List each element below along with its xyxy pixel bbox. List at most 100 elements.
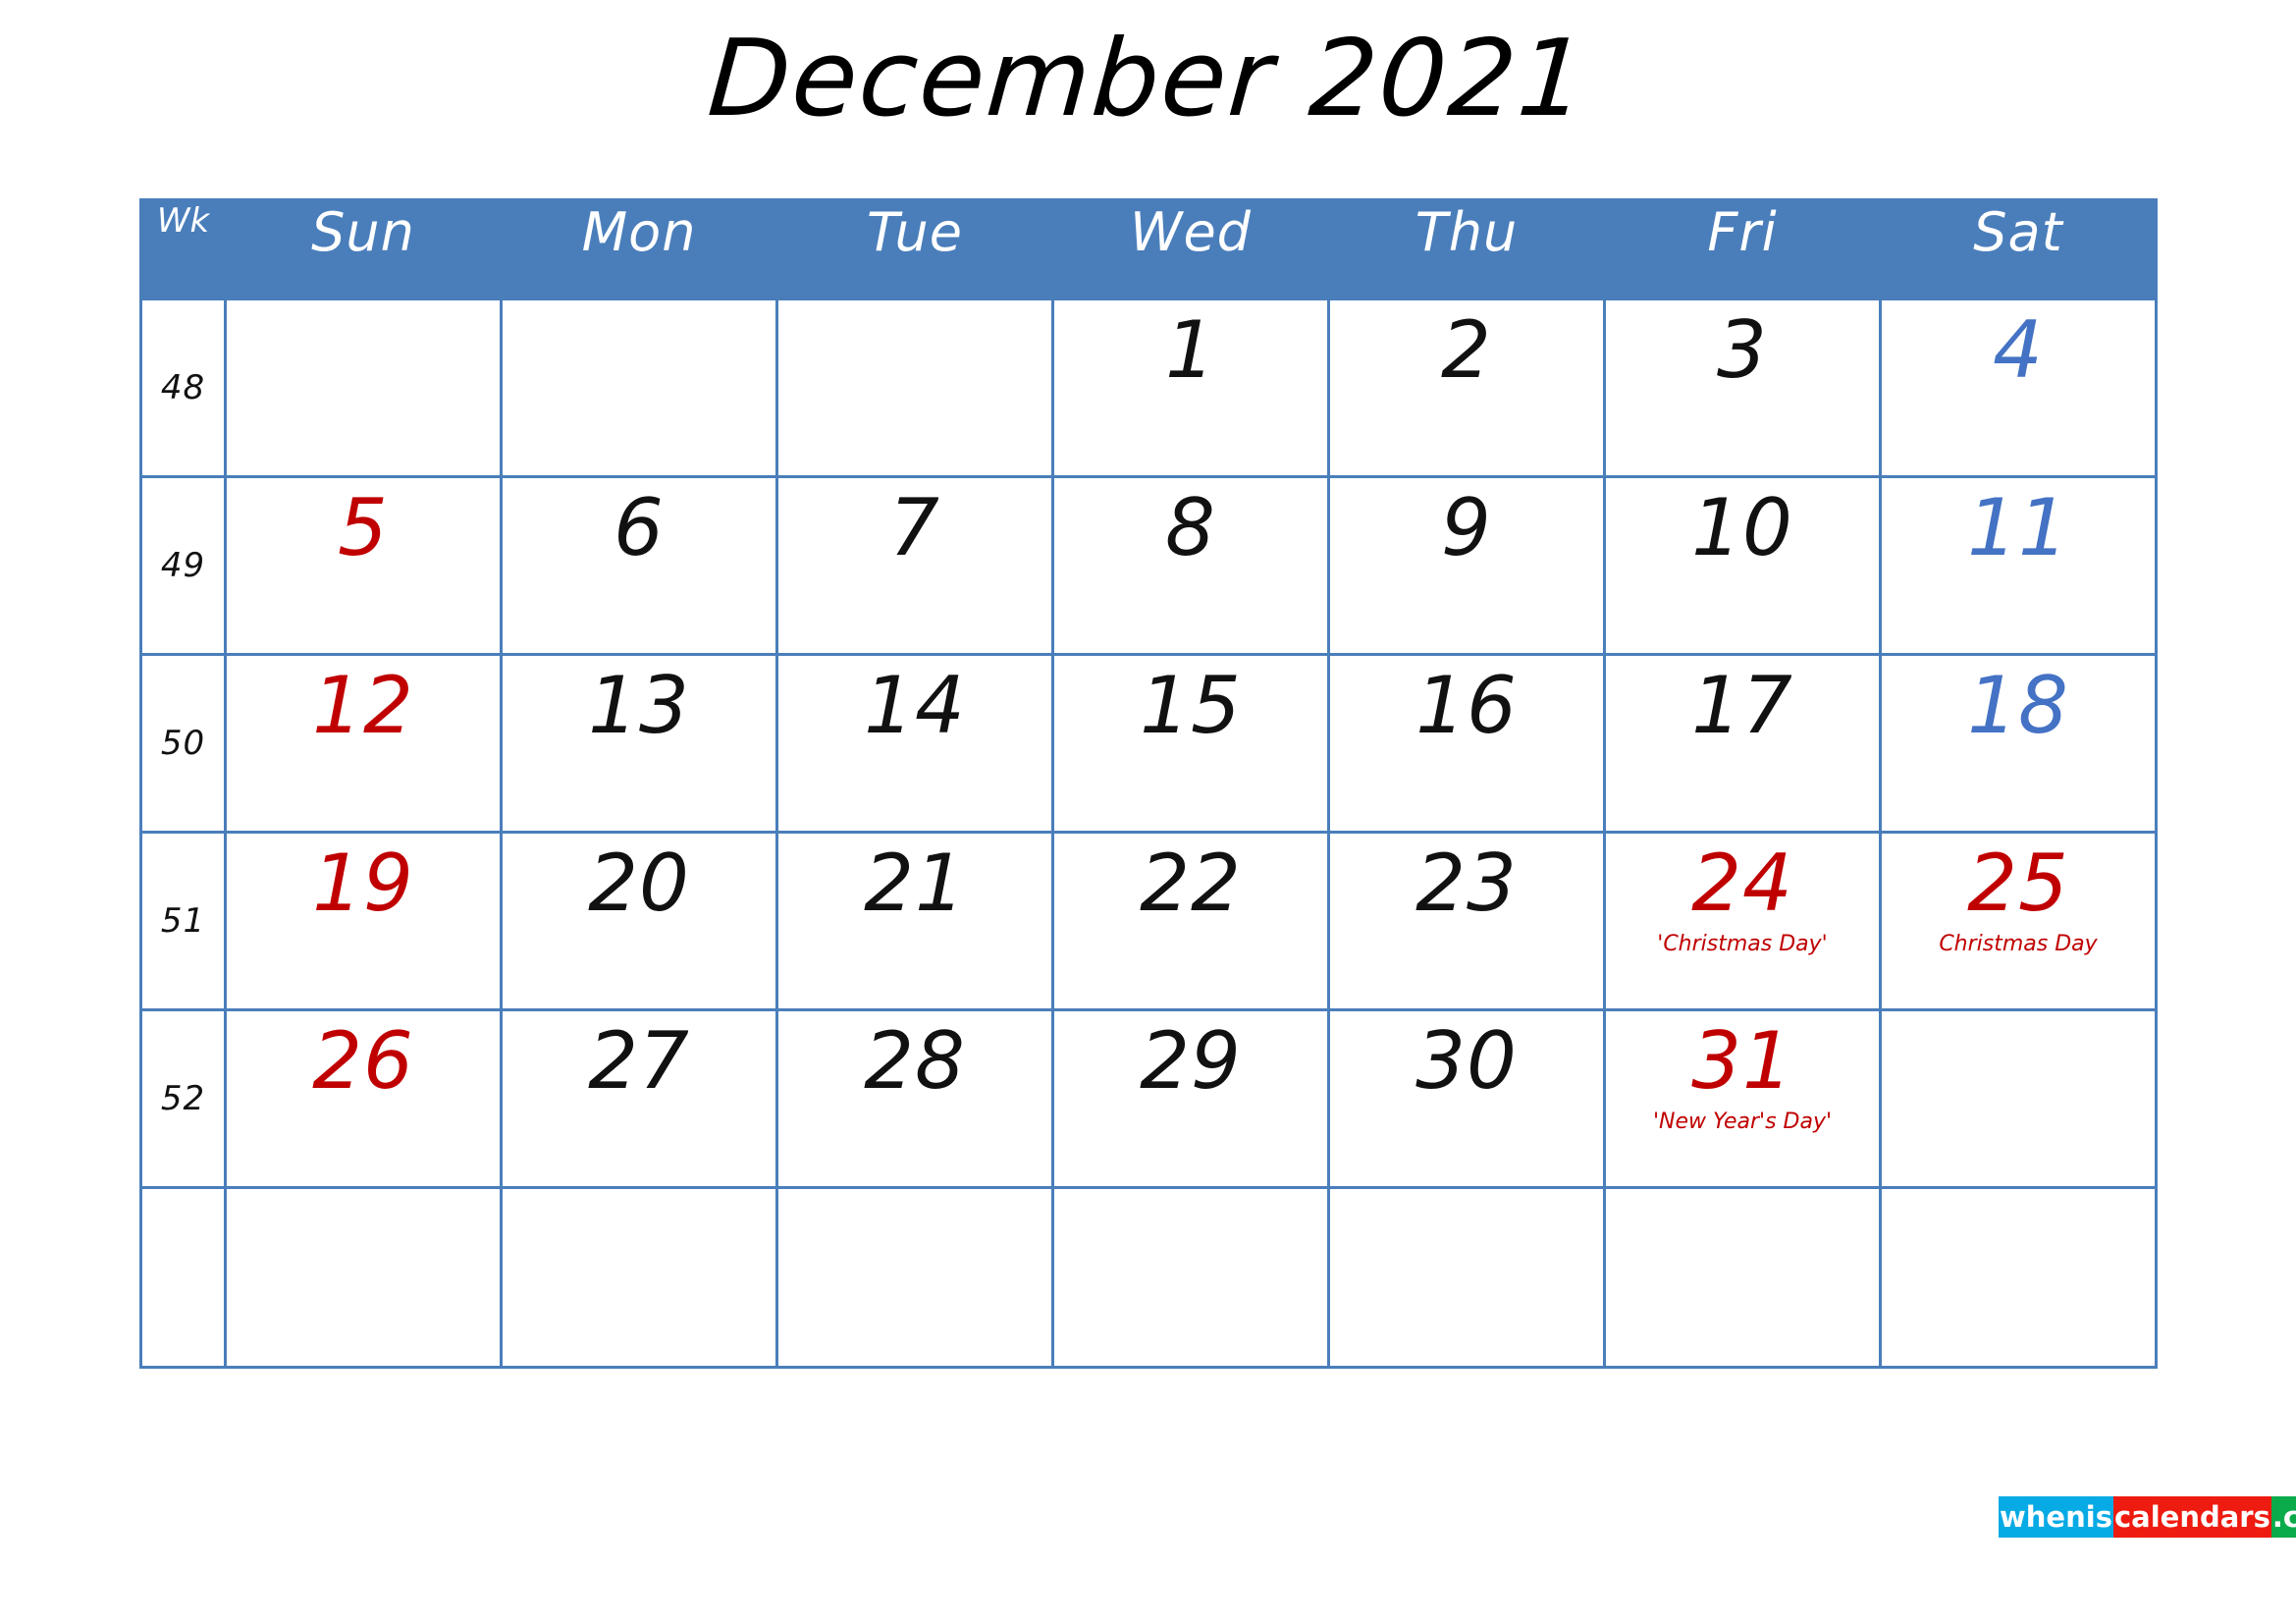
day-cell[interactable] bbox=[1051, 1186, 1330, 1369]
week-number-cell: 49 bbox=[139, 475, 227, 656]
day-cell[interactable]: 13 bbox=[500, 653, 778, 834]
day-cell[interactable]: 11 bbox=[1879, 475, 2158, 656]
day-cell[interactable]: 29 bbox=[1051, 1008, 1330, 1189]
calendar-header: Wk Sun Mon Tue Wed Thu Fri Sat bbox=[139, 198, 2158, 300]
header-day-sat: Sat bbox=[1879, 198, 2158, 300]
site-logo[interactable]: whenis calendars .com bbox=[1999, 1496, 2296, 1538]
calendar-week-row: 51 19 20 21 22 23 24 'Christmas Day' 25 Christmas… bbox=[139, 831, 2158, 1011]
day-cell[interactable] bbox=[1603, 1186, 1882, 1369]
day-cell[interactable]: 19 bbox=[224, 831, 503, 1011]
day-cell-content: 16 bbox=[1330, 656, 1603, 831]
day-cell-content: 27 bbox=[503, 1011, 775, 1186]
calendar-container: Wk Sun Mon Tue Wed Thu Fri Sat 48 1 2 3 4 49 5… bbox=[139, 198, 2158, 1369]
header-day-mon: Mon bbox=[500, 198, 778, 300]
header-day-sun: Sun bbox=[224, 198, 503, 300]
day-cell[interactable]: 12 bbox=[224, 653, 503, 834]
day-cell[interactable]: 20 bbox=[500, 831, 778, 1011]
day-cell[interactable] bbox=[1879, 1008, 2158, 1189]
day-number: 8 bbox=[1165, 482, 1216, 573]
logo-part-calendars: calendars bbox=[2112, 1496, 2271, 1538]
day-number: 1 bbox=[1165, 304, 1216, 396]
calendar-week-row bbox=[139, 1186, 2158, 1369]
day-number: 30 bbox=[1415, 1015, 1518, 1107]
day-cell[interactable] bbox=[224, 1186, 503, 1369]
day-cell[interactable]: 6 bbox=[500, 475, 778, 656]
day-cell-content bbox=[1054, 1189, 1327, 1364]
holiday-label: Christmas Day bbox=[1939, 932, 2098, 957]
day-cell[interactable]: 27 bbox=[500, 1008, 778, 1189]
day-cell[interactable] bbox=[775, 1186, 1054, 1369]
day-number: 4 bbox=[1993, 304, 2044, 396]
day-cell[interactable]: 30 bbox=[1327, 1008, 1606, 1189]
day-cell[interactable]: 14 bbox=[775, 653, 1054, 834]
day-cell-content bbox=[778, 1189, 1051, 1364]
day-cell[interactable] bbox=[1879, 1186, 2158, 1369]
day-cell-content bbox=[1882, 1011, 2155, 1186]
logo-part-com: .com bbox=[2270, 1496, 2296, 1538]
day-cell[interactable]: 1 bbox=[1051, 298, 1330, 478]
day-number: 9 bbox=[1441, 482, 1492, 573]
day-cell[interactable] bbox=[500, 298, 778, 478]
header-day-thu: Thu bbox=[1327, 198, 1606, 300]
day-number: 3 bbox=[1717, 304, 1768, 396]
calendar-body: 48 1 2 3 4 49 5 6 7 8 9 10 11 50 12 13 14 15 16 17 18 51 19 20 2… bbox=[139, 298, 2158, 1369]
week-number-cell: 48 bbox=[139, 298, 227, 478]
day-cell-content: 9 bbox=[1330, 478, 1603, 653]
calendar-week-row: 50 12 13 14 15 16 17 18 bbox=[139, 653, 2158, 834]
day-cell[interactable] bbox=[500, 1186, 778, 1369]
week-number-cell: 51 bbox=[139, 831, 227, 1011]
day-cell-content: 6 bbox=[503, 478, 775, 653]
day-cell[interactable]: 23 bbox=[1327, 831, 1606, 1011]
day-number: 15 bbox=[1140, 660, 1242, 751]
holiday-label: 'Christmas Day' bbox=[1657, 932, 1828, 957]
day-cell[interactable]: 24 'Christmas Day' bbox=[1603, 831, 1882, 1011]
day-cell[interactable]: 4 bbox=[1879, 298, 2158, 478]
day-cell[interactable]: 16 bbox=[1327, 653, 1606, 834]
day-cell[interactable]: 5 bbox=[224, 475, 503, 656]
day-cell[interactable]: 26 bbox=[224, 1008, 503, 1189]
header-day-wed: Wed bbox=[1051, 198, 1330, 300]
day-cell[interactable]: 28 bbox=[775, 1008, 1054, 1189]
day-cell[interactable]: 3 bbox=[1603, 298, 1882, 478]
calendar-table: Wk Sun Mon Tue Wed Thu Fri Sat 48 1 2 3 4 49 5… bbox=[139, 198, 2158, 1369]
day-number: 12 bbox=[312, 660, 414, 751]
day-number: 17 bbox=[1691, 660, 1793, 751]
day-cell[interactable]: 31 'New Year's Day' bbox=[1603, 1008, 1882, 1189]
day-cell-content: 8 bbox=[1054, 478, 1327, 653]
day-cell[interactable]: 10 bbox=[1603, 475, 1882, 656]
day-cell[interactable]: 8 bbox=[1051, 475, 1330, 656]
day-cell[interactable]: 15 bbox=[1051, 653, 1330, 834]
day-number: 7 bbox=[889, 482, 940, 573]
day-cell-content: 3 bbox=[1606, 300, 1879, 475]
day-cell-content: 18 bbox=[1882, 656, 2155, 831]
day-cell-content bbox=[503, 1189, 775, 1364]
day-number: 27 bbox=[588, 1015, 690, 1107]
header-day-fri: Fri bbox=[1603, 198, 1882, 300]
day-cell-content: 30 bbox=[1330, 1011, 1603, 1186]
day-number: 25 bbox=[1967, 838, 2069, 929]
day-cell[interactable]: 2 bbox=[1327, 298, 1606, 478]
day-cell-content: 29 bbox=[1054, 1011, 1327, 1186]
day-cell[interactable]: 18 bbox=[1879, 653, 2158, 834]
day-cell-content: 4 bbox=[1882, 300, 2155, 475]
day-cell[interactable]: 21 bbox=[775, 831, 1054, 1011]
day-cell[interactable]: 22 bbox=[1051, 831, 1330, 1011]
header-week-number: Wk bbox=[139, 198, 227, 300]
day-cell[interactable] bbox=[224, 298, 503, 478]
day-cell[interactable]: 25 Christmas Day bbox=[1879, 831, 2158, 1011]
day-cell[interactable]: 7 bbox=[775, 475, 1054, 656]
day-cell[interactable] bbox=[1327, 1186, 1606, 1369]
calendar-week-row: 52 26 27 28 29 30 31 'New Year's Day' bbox=[139, 1008, 2158, 1189]
calendar-week-row: 48 1 2 3 4 bbox=[139, 298, 2158, 478]
holiday-label: 'New Year's Day' bbox=[1652, 1110, 1833, 1135]
day-cell[interactable]: 17 bbox=[1603, 653, 1882, 834]
day-cell[interactable] bbox=[775, 298, 1054, 478]
day-cell[interactable]: 9 bbox=[1327, 475, 1606, 656]
week-number-cell: 52 bbox=[139, 1008, 227, 1189]
week-number-cell: 50 bbox=[139, 653, 227, 834]
day-cell-content: 25 Christmas Day bbox=[1882, 834, 2155, 1008]
day-number: 26 bbox=[312, 1015, 414, 1107]
day-cell-content bbox=[1882, 1189, 2155, 1364]
day-number: 14 bbox=[864, 660, 966, 751]
day-number: 5 bbox=[338, 482, 389, 573]
